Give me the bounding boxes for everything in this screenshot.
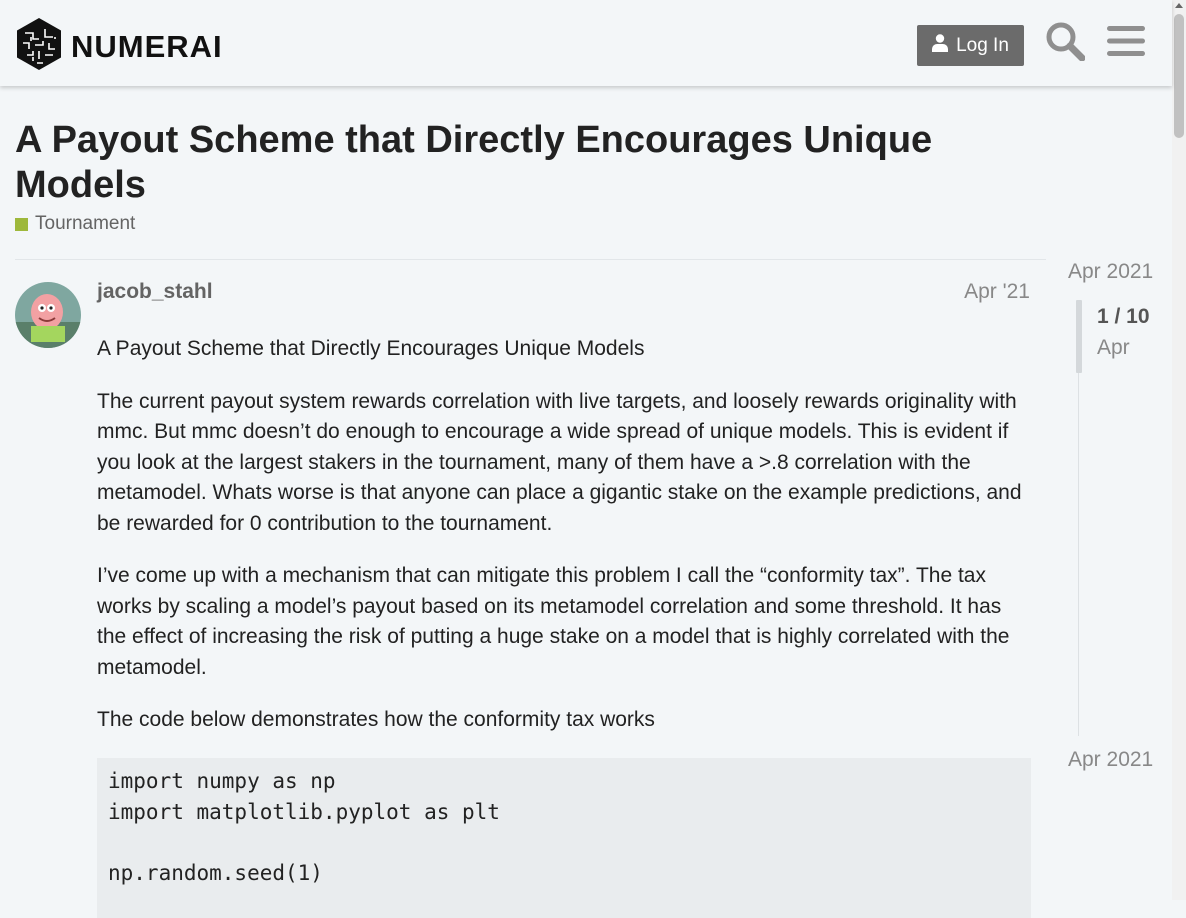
search-button[interactable] — [1044, 22, 1086, 64]
timeline-current-date: Apr — [1097, 336, 1130, 359]
post-paragraph: The current payout system rewards correl… — [97, 389, 1022, 535]
post-paragraph: The code below demonstrates how the conf… — [97, 708, 655, 731]
post-paragraph: I’ve come up with a mechanism that can m… — [97, 564, 1010, 679]
code-line: import matplotlib.pyplot as plt — [108, 799, 500, 824]
page-scrollbar[interactable] — [1172, 0, 1186, 900]
scroll-up-arrow-icon[interactable] — [1175, 3, 1183, 8]
timeline-end-date[interactable]: Apr 2021 — [1068, 748, 1153, 772]
brand-name: NUMERAI — [71, 28, 223, 64]
timeline-handle[interactable] — [1076, 300, 1082, 373]
scroll-thumb[interactable] — [1174, 14, 1184, 138]
code-block[interactable]: import numpy as np import matplotlib.pyp… — [97, 758, 1031, 918]
timeline-start-date[interactable]: Apr 2021 — [1068, 260, 1153, 284]
menu-button[interactable] — [1105, 22, 1147, 64]
topic-divider — [15, 259, 1046, 260]
category-color-swatch — [15, 217, 28, 231]
user-icon — [932, 33, 949, 58]
post-username[interactable]: jacob_stahl — [97, 280, 213, 304]
site-header: NUMERAI Log In — [0, 0, 1172, 86]
code-line: np.random.seed(1) — [108, 860, 323, 885]
code-line: import numpy as np — [108, 769, 336, 793]
site-logo[interactable]: NUMERAI — [15, 17, 223, 76]
category-label: Tournament — [35, 213, 136, 234]
search-icon — [1045, 21, 1086, 66]
avatar[interactable] — [15, 282, 81, 348]
post-paragraph: A Payout Scheme that Directly Encourages… — [97, 337, 645, 360]
numerai-logo-icon — [15, 17, 63, 76]
timeline-position: 1 / 10 — [1097, 305, 1150, 328]
topic-title[interactable]: A Payout Scheme that Directly Encourages… — [15, 118, 1015, 208]
post-date[interactable]: Apr '21 — [940, 280, 1030, 304]
post-body: A Payout Scheme that Directly Encourages… — [97, 334, 1031, 758]
category-badge[interactable]: Tournament — [15, 213, 135, 235]
login-label: Log In — [956, 34, 1009, 56]
login-button[interactable]: Log In — [917, 25, 1024, 66]
hamburger-menu-icon — [1107, 25, 1145, 62]
